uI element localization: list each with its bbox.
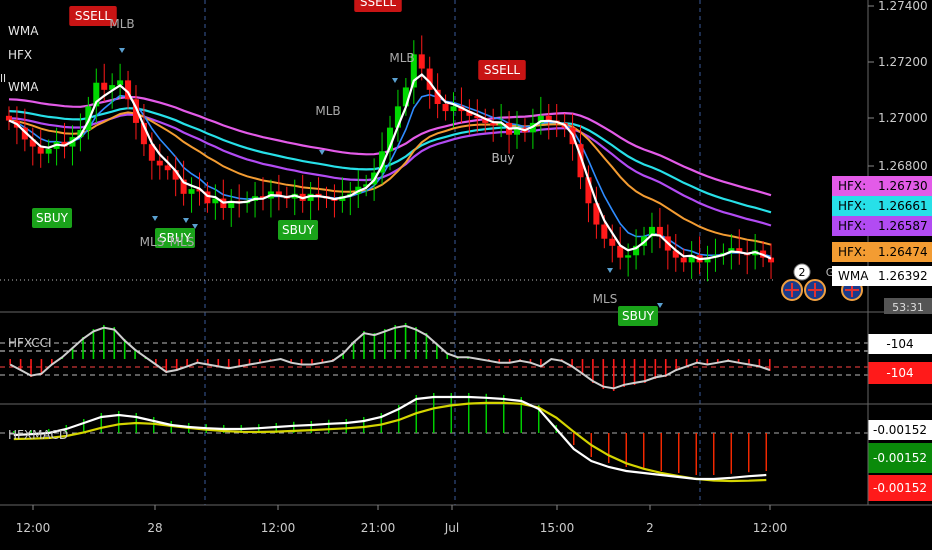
price-badge-value[interactable]: 1.26587 <box>878 219 928 233</box>
price-tick-label: 1.27400 <box>878 0 928 13</box>
price-badge-label[interactable]: WMA <box>838 269 869 283</box>
candle-body <box>418 54 425 69</box>
price-badge-value[interactable]: 1.26661 <box>878 199 928 213</box>
legend-clipped: ll <box>0 72 7 85</box>
countdown-label: 53:31 <box>892 301 924 314</box>
ml-signal-label[interactable]: MLB <box>109 17 134 31</box>
cci-scale-upper: -104 <box>886 337 913 351</box>
legend-hfx: HFX <box>8 48 33 62</box>
macd-scale-2: -0.00152 <box>873 451 927 465</box>
price-tick-label: 1.26800 <box>878 159 928 173</box>
candle-body <box>609 238 616 246</box>
time-tick-label: 15:00 <box>540 521 575 535</box>
time-tick-label: 12:00 <box>16 521 51 535</box>
time-tick-label: 28 <box>147 521 162 535</box>
ssell-signal[interactable]: SSELL <box>75 9 112 23</box>
candle-body <box>45 148 52 154</box>
cci-scale-lower: -104 <box>886 366 913 380</box>
candle-body <box>188 189 195 194</box>
chart-background <box>0 0 932 550</box>
price-badge-value[interactable]: 1.26474 <box>878 245 928 259</box>
macd-scale-3: -0.00152 <box>873 481 927 495</box>
price-badge-label[interactable]: HFX: <box>838 245 866 259</box>
sbuy-signal[interactable]: SBUY <box>282 223 315 237</box>
price-tick-label: 1.27000 <box>878 111 928 125</box>
legend-wma-2: WMA <box>8 80 39 94</box>
trading-chart[interactable]: SSELLSSELLSSELLSBUYSBUYSBUYSBUYMLBMLBMLB… <box>0 0 932 550</box>
time-tick-label: 12:00 <box>261 521 296 535</box>
price-tick-label: 1.27200 <box>878 55 928 69</box>
candle-body <box>601 224 608 239</box>
time-tick-label: 2 <box>646 521 654 535</box>
ml-signal-label[interactable]: MLB <box>315 104 340 118</box>
macd-scale-1: -0.00152 <box>873 423 927 437</box>
price-badge-value[interactable]: 1.26730 <box>878 179 928 193</box>
buy-label[interactable]: Buy <box>492 151 515 165</box>
price-badge-label[interactable]: HFX: <box>838 179 866 193</box>
time-tick-label: 21:00 <box>361 521 396 535</box>
price-badge-value[interactable]: 1.26392 <box>878 269 928 283</box>
legend-wma: WMA <box>8 24 39 38</box>
candle-body <box>625 255 632 258</box>
candle-body <box>450 106 457 112</box>
price-badge-label[interactable]: HFX: <box>838 199 866 213</box>
ssell-signal[interactable]: SSELL <box>484 63 521 77</box>
ssell-signal[interactable]: SSELL <box>360 0 397 9</box>
candle-body <box>442 104 449 112</box>
ml-signal-label[interactable]: MLS <box>170 235 195 249</box>
sbuy-signal[interactable]: SBUY <box>622 309 655 323</box>
candle-body <box>101 82 108 90</box>
cci-panel-title: HFXCCI <box>8 336 52 350</box>
candle-body <box>5 115 12 121</box>
event-badge[interactable]: 2 <box>799 266 806 279</box>
candle-body <box>156 160 163 166</box>
ml-signal-label[interactable]: MLB <box>389 51 414 65</box>
price-badge-label[interactable]: HFX: <box>838 219 866 233</box>
ml-signal-label[interactable]: MLS <box>140 235 165 249</box>
macd-panel-title: HFXMACD <box>8 428 69 442</box>
time-tick-label: Jul <box>444 521 459 535</box>
time-tick-label: 12:00 <box>753 521 788 535</box>
ml-signal-label[interactable]: MLS <box>593 292 618 306</box>
sbuy-signal[interactable]: SBUY <box>36 211 69 225</box>
candle-body <box>680 257 687 263</box>
